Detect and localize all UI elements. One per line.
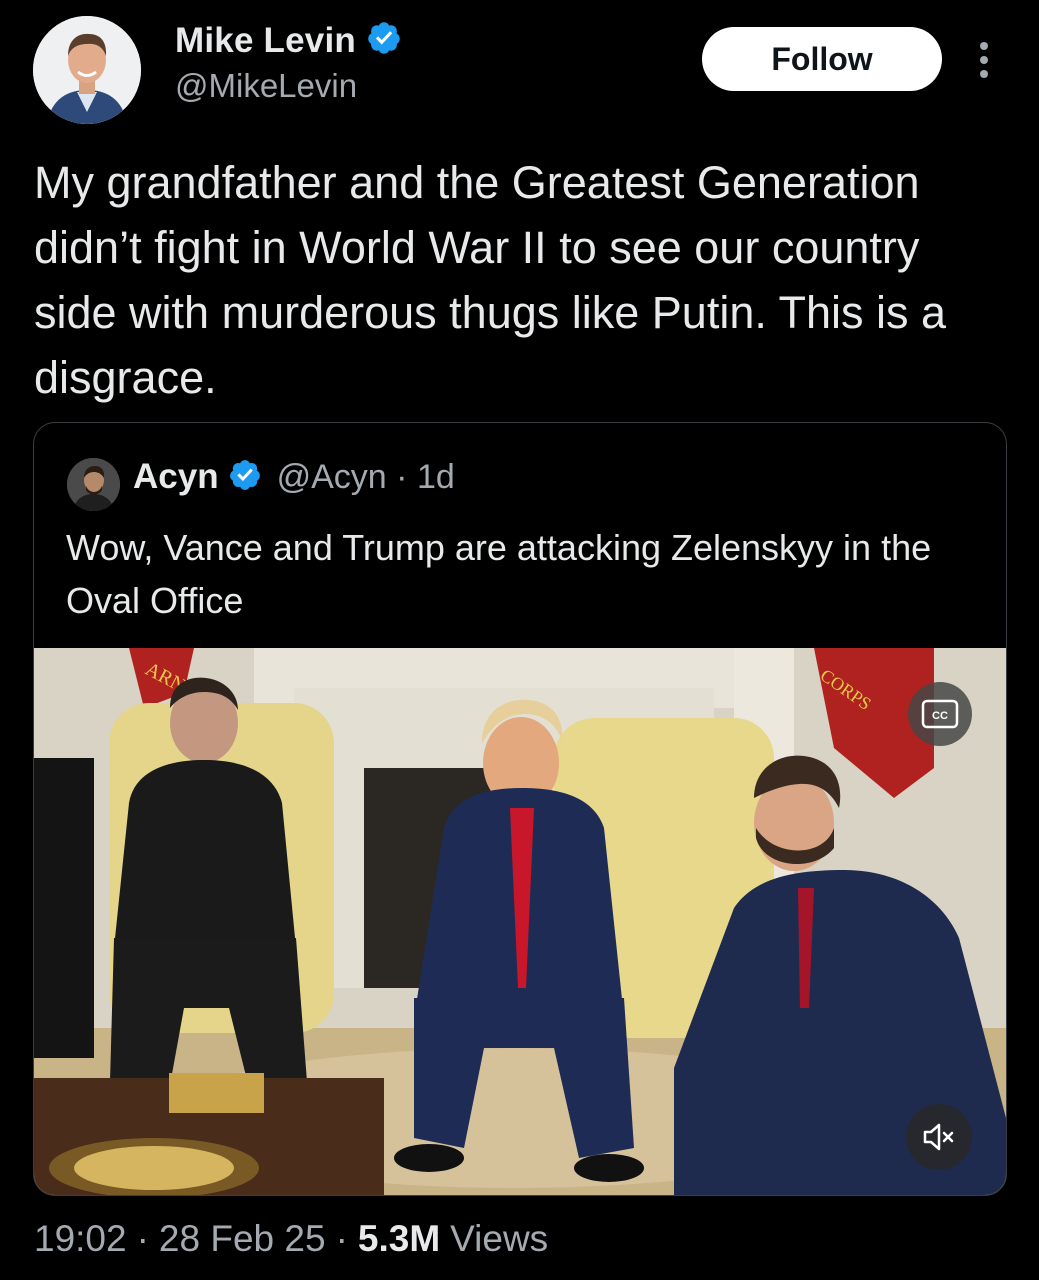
author-name[interactable]: Mike Levin	[175, 21, 356, 61]
quoted-tweet-card[interactable]: Acyn @Acyn · 1d Wow, Vance and Trump are…	[33, 422, 1007, 1196]
views-label[interactable]: Views	[450, 1218, 548, 1260]
author-handle[interactable]: @MikeLevin	[175, 67, 402, 105]
quoted-time[interactable]: 1d	[417, 458, 455, 496]
quoted-text: Wow, Vance and Trump are attacking Zelen…	[66, 527, 932, 621]
tweet-meta: 19:02 · 28 Feb 25 · 5.3M Views	[34, 1218, 548, 1260]
quoted-handle[interactable]: @Acyn	[277, 458, 387, 496]
quoted-video[interactable]: ARN CORPS CC	[34, 648, 1006, 1195]
meta-separator: ·	[136, 1218, 149, 1259]
quoted-verified-badge-icon	[228, 458, 262, 497]
more-options-icon[interactable]	[968, 38, 1000, 82]
author-avatar[interactable]	[33, 16, 141, 124]
meta-separator: ·	[335, 1218, 348, 1259]
verified-badge-icon	[366, 20, 402, 61]
tweet-text: My grandfather and the Greatest Generati…	[34, 157, 947, 403]
follow-button[interactable]: Follow	[702, 27, 942, 91]
mute-toggle-button[interactable]	[906, 1104, 972, 1170]
author-block: Mike Levin @MikeLevin	[175, 20, 402, 105]
views-count[interactable]: 5.3M	[358, 1218, 440, 1260]
quoted-header: Acyn @Acyn · 1d	[133, 457, 455, 497]
tweet-time[interactable]: 19:02	[34, 1218, 127, 1260]
quoted-separator: ·	[396, 457, 408, 496]
closed-captions-button[interactable]: CC	[908, 682, 972, 746]
quoted-name[interactable]: Acyn	[133, 457, 219, 497]
video-frame: ARN CORPS	[34, 648, 1006, 1195]
quoted-avatar[interactable]	[67, 458, 120, 511]
cc-label: CC	[932, 710, 948, 722]
speaker-muted-icon	[923, 1123, 954, 1151]
tweet-date[interactable]: 28 Feb 25	[159, 1218, 326, 1260]
